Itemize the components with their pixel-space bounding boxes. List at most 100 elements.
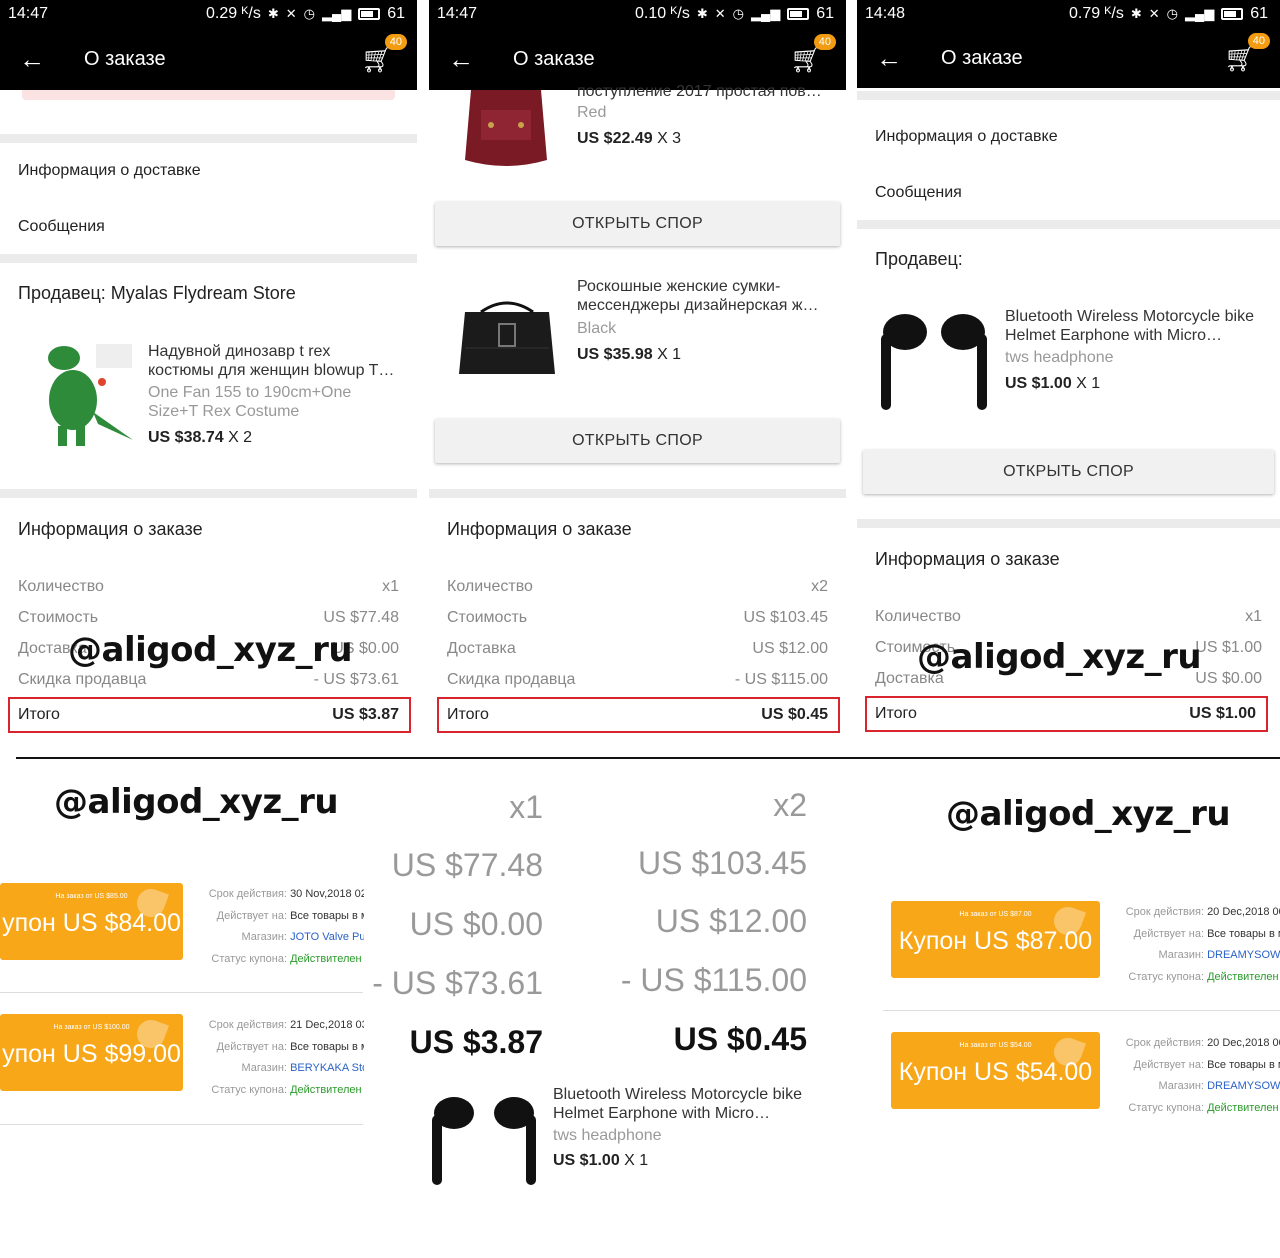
qty-value: x2 bbox=[811, 578, 828, 595]
applies-label: Действует на: bbox=[216, 909, 287, 922]
battery-level: 61 bbox=[387, 5, 405, 22]
network-speed: 0.10 ᴷ/s bbox=[635, 5, 690, 22]
back-arrow-icon[interactable]: ← bbox=[0, 44, 64, 75]
zoom-discount: - US $115.00 bbox=[620, 962, 807, 998]
applies-value: Все товары в м bbox=[290, 909, 364, 922]
red-backpack-image[interactable] bbox=[451, 90, 561, 170]
zoom-discount: - US $73.61 bbox=[372, 965, 543, 1001]
open-dispute-button[interactable]: ОТКРЫТЬ СПОР bbox=[863, 450, 1274, 494]
seller-discount-label: Скидка продавца bbox=[447, 671, 576, 688]
zoom-cost: US $77.48 bbox=[391, 847, 543, 883]
order-info-title: Информация о заказе bbox=[447, 519, 632, 539]
coupon-min-order: На заказ от US $54.00 bbox=[959, 1042, 1032, 1049]
total-highlight: Итого US $0.45 bbox=[437, 697, 840, 733]
seller-discount-value: - US $115.00 bbox=[734, 671, 828, 688]
product-price: US $1.00 bbox=[1005, 375, 1072, 392]
coupon-details: Срок действия: 20 Dec,2018 00 Действует … bbox=[1122, 902, 1280, 988]
status-bar: 14:47 0.10 ᴷ/s ✱ ✕ ◷ ▂▄▆ 61 bbox=[429, 0, 846, 28]
store-link[interactable]: DREAMYSOW A bbox=[1207, 1080, 1280, 1092]
coupon-divider bbox=[0, 992, 363, 993]
product-price-line: US $1.00 X 1 bbox=[1005, 375, 1100, 393]
open-dispute-button[interactable]: ОТКРЫТЬ СПОР bbox=[435, 419, 840, 463]
product-variant: tws headphone bbox=[553, 1127, 662, 1144]
section-divider bbox=[857, 91, 1280, 100]
delivery-info-link[interactable]: Информация о доставке bbox=[18, 162, 201, 180]
product-title: Bluetooth Wireless Motorcycle bike Helme… bbox=[553, 1086, 802, 1122]
earphones-image[interactable] bbox=[875, 310, 993, 414]
order-info-title: Информация о заказе bbox=[18, 519, 203, 539]
status-value: Действителен bbox=[1207, 970, 1279, 983]
back-arrow-icon[interactable]: ← bbox=[429, 44, 493, 75]
section-divider bbox=[857, 220, 1280, 229]
app-bar: ← О заказе 🛒︎ 40 bbox=[429, 28, 846, 90]
store-label: Магазин: bbox=[1158, 949, 1205, 961]
app-bar: ← О заказе 🛒︎ 40 bbox=[0, 28, 417, 90]
validity-label: Срок действия: bbox=[208, 1019, 287, 1031]
zoom-total: US $3.87 bbox=[409, 1024, 543, 1060]
total-label: Итого bbox=[18, 706, 60, 723]
watermark: @aligod_xyz_ru bbox=[946, 794, 1231, 834]
status-label: Статус купона: bbox=[1128, 1101, 1204, 1114]
product-qty: X 1 bbox=[657, 346, 682, 363]
screenshot-panel-3: 14:48 0.79 ᴷ/s ✱ ✕ ◷ ▂▄▆ 61 ← О заказе 🛒… bbox=[857, 0, 1280, 750]
screenshot-panel-2: 14:47 0.10 ᴷ/s ✱ ✕ ◷ ▂▄▆ 61 ← О заказе 🛒… bbox=[429, 0, 846, 750]
product-title[interactable]: Bluetooth Wireless Motorcycle bike Helme… bbox=[1005, 307, 1255, 345]
signal-icon: ▂▄▆ bbox=[1184, 6, 1215, 21]
back-arrow-icon[interactable]: ← bbox=[857, 43, 921, 74]
seller-name[interactable]: Продавец: bbox=[875, 249, 963, 270]
cost-value: US $103.45 bbox=[743, 609, 828, 626]
product-price-line: US $22.49 X 3 bbox=[577, 130, 681, 148]
product-qty: X 1 bbox=[624, 1152, 649, 1169]
zoom-qty: x1 bbox=[509, 789, 543, 825]
dinosaur-costume-image[interactable] bbox=[18, 338, 136, 452]
seller-name[interactable]: Продавец: Myalas Flydream Store bbox=[18, 283, 296, 304]
black-handbag-image[interactable] bbox=[451, 298, 563, 382]
qty-value: x1 bbox=[382, 578, 399, 595]
validity-value: 30 Nov,2018 02 bbox=[290, 888, 364, 900]
delivery-info-link[interactable]: Информация о доставке bbox=[875, 128, 1058, 146]
cart-button[interactable]: 🛒︎ 40 bbox=[790, 33, 846, 75]
status-value: Действителен bbox=[290, 952, 362, 965]
zoom-cost: US $103.45 bbox=[637, 845, 807, 881]
store-link[interactable]: DREAMYSOW A bbox=[1207, 949, 1280, 961]
product-title[interactable]: Роскошные женские сумки-мессенджеры диза… bbox=[577, 277, 827, 315]
product-price-line: US $35.98 X 1 bbox=[577, 346, 681, 364]
messages-link[interactable]: Сообщения bbox=[875, 184, 962, 202]
product-qty: X 3 bbox=[657, 130, 682, 147]
shipping-value: US $12.00 bbox=[752, 640, 828, 657]
bluetooth-icon: ✱ bbox=[267, 6, 279, 21]
cart-button[interactable]: 🛒︎ 40 bbox=[361, 33, 417, 75]
mute-icon: ✕ bbox=[1148, 6, 1160, 21]
horizontal-divider bbox=[16, 757, 1280, 759]
cost-value: US $77.48 bbox=[323, 609, 399, 626]
messages-link[interactable]: Сообщения bbox=[18, 218, 105, 236]
product-title[interactable]: Надувной динозавр t rex костюмы для женщ… bbox=[148, 342, 398, 380]
coupon-card[interactable]: На заказ от US $100.00 упон US $99.00 bbox=[0, 1014, 183, 1091]
status-bar: 14:48 0.79 ᴷ/s ✱ ✕ ◷ ▂▄▆ 61 bbox=[857, 0, 1280, 28]
coupon-card[interactable]: На заказ от US $87.00 Купон US $87.00 bbox=[891, 901, 1100, 978]
product-price: US $35.98 bbox=[577, 346, 653, 363]
coupon-details: Срок действия: 20 Dec,2018 00 Действует … bbox=[1122, 1033, 1280, 1119]
watermark: @aligod_xyz_ru bbox=[54, 782, 339, 822]
qty-label: Количество bbox=[875, 608, 961, 625]
store-label: Магазин: bbox=[1158, 1080, 1205, 1092]
total-value: US $3.87 bbox=[332, 706, 399, 723]
coupon-card[interactable]: На заказ от US $85.00 упон US $84.00 bbox=[0, 883, 183, 960]
coupon-card[interactable]: На заказ от US $54.00 Купон US $54.00 bbox=[891, 1032, 1100, 1109]
applies-label: Действует на: bbox=[1133, 927, 1204, 940]
total-value: US $0.45 bbox=[761, 706, 828, 723]
cart-button[interactable]: 🛒︎ 40 bbox=[1224, 32, 1280, 74]
open-dispute-button[interactable]: ОТКРЫТЬ СПОР bbox=[435, 202, 840, 246]
store-link[interactable]: JOTO Valve Pur bbox=[290, 931, 364, 943]
validity-label: Срок действия: bbox=[1125, 906, 1204, 918]
status-label: Статус купона: bbox=[1128, 970, 1204, 983]
screenshot-panel-1: 14:47 0.29 ᴷ/s ✱ ✕ ◷ ▂▄▆ 61 ← О заказе 🛒… bbox=[0, 0, 417, 750]
product-price-line: US $1.00 X 1 bbox=[553, 1152, 648, 1170]
status-time: 14:48 bbox=[865, 5, 906, 22]
zoom-total: US $0.45 bbox=[673, 1021, 807, 1057]
product-variant: Red bbox=[577, 104, 607, 121]
store-link[interactable]: BERYKAKA Stor bbox=[290, 1062, 364, 1074]
product-title[interactable]: поступление 2017 простая пов… bbox=[577, 82, 827, 101]
cart-badge: 40 bbox=[813, 33, 836, 50]
signal-icon: ▂▄▆ bbox=[750, 6, 781, 21]
